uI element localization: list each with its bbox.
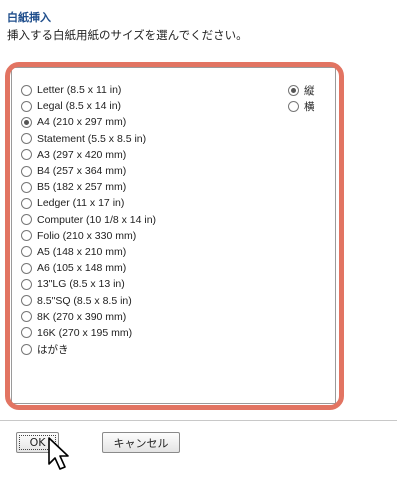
- paper-size-option-label: Computer (10 1/8 x 14 in): [37, 213, 157, 226]
- paper-size-option-label: はがき: [37, 343, 69, 356]
- radio-button[interactable]: [21, 100, 32, 112]
- orientation-list: 縦横: [288, 82, 315, 114]
- paper-size-option[interactable]: A4 (210 x 297 mm): [21, 114, 156, 130]
- paper-size-option[interactable]: はがき: [21, 341, 156, 357]
- paper-size-option-label: Folio (210 x 330 mm): [37, 229, 137, 242]
- paper-size-option-label: B5 (182 x 257 mm): [37, 181, 127, 194]
- paper-size-option-label: 13"LG (8.5 x 13 in): [37, 278, 125, 291]
- footer-divider: [0, 420, 397, 421]
- paper-size-option[interactable]: A6 (105 x 148 mm): [21, 260, 156, 276]
- paper-size-option-label: 16K (270 x 195 mm): [37, 326, 133, 339]
- paper-size-option[interactable]: Ledger (11 x 17 in): [21, 195, 156, 211]
- paper-size-option[interactable]: Legal (8.5 x 14 in): [21, 98, 156, 114]
- radio-button[interactable]: [21, 165, 32, 177]
- dialog-title: 白紙挿入: [7, 11, 51, 24]
- radio-button[interactable]: [21, 197, 32, 209]
- radio-button[interactable]: [21, 133, 32, 145]
- radio-button[interactable]: [21, 230, 32, 242]
- paper-size-option-label: Statement (5.5 x 8.5 in): [37, 132, 147, 145]
- paper-size-option-label: A3 (297 x 420 mm): [37, 148, 127, 161]
- radio-button[interactable]: [21, 262, 32, 274]
- paper-size-option-label: Letter (8.5 x 11 in): [37, 84, 122, 97]
- radio-button[interactable]: [21, 343, 32, 355]
- paper-size-option-label: B4 (257 x 364 mm): [37, 165, 127, 178]
- dialog-instruction: 挿入する白紙用紙のサイズを選んでください。: [7, 28, 248, 42]
- paper-size-option[interactable]: A3 (297 x 420 mm): [21, 147, 156, 163]
- radio-button[interactable]: [21, 327, 32, 339]
- radio-button[interactable]: [21, 181, 32, 193]
- orientation-option[interactable]: 横: [288, 98, 315, 114]
- paper-size-option-label: A5 (148 x 210 mm): [37, 245, 127, 258]
- radio-button[interactable]: [21, 295, 32, 307]
- radio-button[interactable]: [21, 149, 32, 161]
- paper-size-option[interactable]: B5 (182 x 257 mm): [21, 179, 156, 195]
- radio-button[interactable]: [21, 311, 32, 323]
- paper-size-option-label: Legal (8.5 x 14 in): [37, 100, 122, 113]
- paper-size-option[interactable]: 8.5"SQ (8.5 x 8.5 in): [21, 292, 156, 308]
- mouse-pointer-icon: [48, 437, 69, 470]
- paper-size-option[interactable]: Letter (8.5 x 11 in): [21, 82, 156, 98]
- paper-size-option-label: 8.5"SQ (8.5 x 8.5 in): [37, 294, 132, 307]
- orientation-option[interactable]: 縦: [288, 82, 315, 98]
- paper-size-option-label: Ledger (11 x 17 in): [37, 197, 125, 210]
- paper-size-option[interactable]: Folio (210 x 330 mm): [21, 228, 156, 244]
- paper-size-option[interactable]: B4 (257 x 364 mm): [21, 163, 156, 179]
- paper-size-option-label: A6 (105 x 148 mm): [37, 262, 127, 275]
- paper-size-option[interactable]: A5 (148 x 210 mm): [21, 244, 156, 260]
- paper-size-option-label: 8K (270 x 390 mm): [37, 310, 127, 323]
- paper-size-option-label: A4 (210 x 297 mm): [37, 116, 127, 129]
- paper-size-option[interactable]: 16K (270 x 195 mm): [21, 325, 156, 341]
- paper-size-panel: Letter (8.5 x 11 in) Legal (8.5 x 14 in) A…: [11, 67, 336, 404]
- paper-size-list: Letter (8.5 x 11 in) Legal (8.5 x 14 in) A…: [21, 82, 156, 357]
- orientation-option-label: 横: [304, 100, 315, 113]
- radio-button[interactable]: [288, 84, 299, 96]
- paper-size-option[interactable]: Statement (5.5 x 8.5 in): [21, 131, 156, 147]
- cancel-button[interactable]: キャンセル: [102, 432, 180, 453]
- radio-button[interactable]: [21, 84, 32, 96]
- paper-size-option[interactable]: 13"LG (8.5 x 13 in): [21, 276, 156, 292]
- radio-button[interactable]: [21, 214, 32, 226]
- radio-button[interactable]: [21, 246, 32, 258]
- paper-size-option[interactable]: Computer (10 1/8 x 14 in): [21, 212, 156, 228]
- radio-button[interactable]: [21, 116, 32, 128]
- radio-button[interactable]: [288, 100, 299, 112]
- radio-button[interactable]: [21, 278, 32, 290]
- orientation-option-label: 縦: [304, 84, 315, 97]
- paper-size-option[interactable]: 8K (270 x 390 mm): [21, 309, 156, 325]
